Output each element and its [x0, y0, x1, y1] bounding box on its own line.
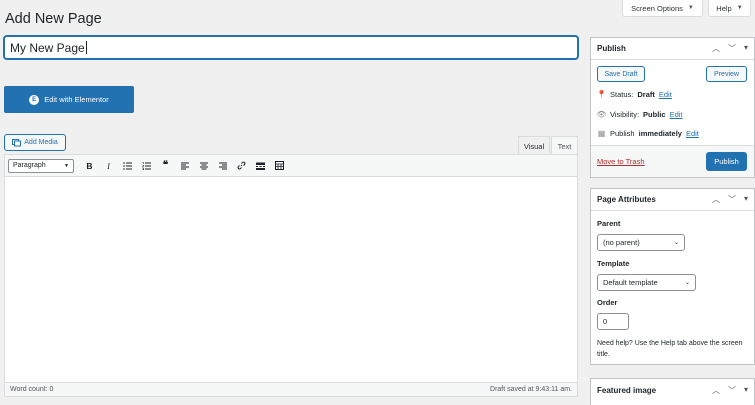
status-edit-link[interactable]: Edit [659, 90, 672, 99]
add-media-button[interactable]: Add Media [4, 134, 66, 151]
parent-label: Parent [597, 219, 621, 228]
screen-options-tab[interactable]: Screen Options ▼ [622, 0, 703, 17]
visibility-edit-link[interactable]: Edit [670, 110, 683, 119]
page-attributes-title: Page Attributes [597, 195, 656, 204]
chevron-down-icon: ⌄ [673, 240, 679, 246]
screen-options-label: Screen Options [631, 3, 683, 13]
align-center-icon[interactable] [194, 157, 213, 175]
chevron-up-icon[interactable]: ︿ [712, 194, 720, 205]
publish-box-header: Publish ︿ ﹀ ▾ [591, 38, 754, 60]
editor-toolbar: Paragraph ▼ B I ❝ [5, 155, 577, 177]
publish-schedule-edit-link[interactable]: Edit [686, 129, 699, 138]
chevron-up-icon[interactable]: ︿ [712, 43, 720, 54]
caret-down-icon: ▼ [687, 5, 694, 11]
preview-button[interactable]: Preview [706, 66, 747, 82]
template-label: Template [597, 259, 630, 268]
caret-down-icon: ▼ [736, 5, 743, 11]
status-row: 📍 Status: Draft Edit [597, 90, 672, 99]
caret-down-icon[interactable]: ▾ [744, 194, 748, 205]
tab-visual-label: Visual [523, 141, 545, 151]
save-draft-button[interactable]: Save Draft [597, 66, 645, 82]
draft-saved-status: Draft saved at 9:43:11 am. [490, 386, 572, 393]
format-select-value: Paragraph [13, 162, 46, 169]
publish-schedule-label: Publish [610, 129, 635, 138]
publish-button-label: Publish [714, 157, 739, 166]
tab-text-label: Text [557, 141, 572, 151]
tab-visual[interactable]: Visual [518, 136, 550, 155]
title-input-value: My New Page [10, 40, 85, 55]
word-count: Word count: 0 [10, 386, 54, 393]
visibility-value: Public [643, 110, 666, 119]
blockquote-icon[interactable]: ❝ [156, 157, 175, 175]
preview-label: Preview [714, 70, 739, 78]
calendar-icon: ▦ [597, 129, 606, 138]
publish-button[interactable]: Publish [706, 152, 747, 171]
template-select-value: Default template [603, 278, 658, 287]
move-to-trash-link[interactable]: Move to Trash [597, 157, 645, 166]
align-right-icon[interactable] [213, 157, 232, 175]
toolbar-toggle-icon[interactable] [270, 157, 289, 175]
order-label: Order [597, 298, 618, 307]
pin-icon: 📍 [596, 90, 607, 99]
caret-down-icon: ▼ [64, 162, 69, 169]
format-select[interactable]: Paragraph ▼ [8, 158, 74, 173]
publish-actions: Move to Trash Publish [591, 145, 754, 177]
help-label: Help [716, 3, 732, 13]
chevron-up-icon[interactable]: ︿ [712, 385, 720, 396]
add-media-label: Add Media [24, 139, 58, 146]
bold-icon[interactable]: B [80, 157, 99, 175]
read-more-icon[interactable] [251, 157, 270, 175]
editor-status-bar: Word count: 0 Draft saved at 9:43:11 am. [5, 382, 577, 396]
chevron-down-icon[interactable]: ﹀ [728, 194, 736, 205]
featured-image-box: Featured image ︿ ﹀ ▾ [590, 378, 755, 405]
tab-text[interactable]: Text [551, 136, 578, 155]
order-input[interactable]: 0 [597, 313, 629, 330]
parent-select[interactable]: (no parent) ⌄ [597, 234, 685, 251]
media-icon [12, 139, 22, 147]
title-input[interactable]: My New Page [4, 36, 578, 59]
link-icon[interactable] [232, 157, 251, 175]
caret-down-icon[interactable]: ▾ [744, 43, 748, 54]
chevron-down-icon[interactable]: ﹀ [728, 43, 736, 54]
align-left-icon[interactable] [175, 157, 194, 175]
content-editor[interactable]: Paragraph ▼ B I ❝ Word count: 0 Draft sa… [4, 154, 578, 397]
edit-with-elementor-button[interactable]: E Edit with Elementor [4, 86, 134, 113]
help-text: Need help? Use the Help tab above the sc… [597, 340, 743, 358]
save-draft-label: Save Draft [604, 70, 638, 78]
page-title: Add New Page [5, 11, 102, 27]
visibility-row: 👁 Visibility: Public Edit [596, 110, 683, 119]
elementor-button-label: Edit with Elementor [44, 95, 109, 104]
chevron-down-icon[interactable]: ﹀ [728, 385, 736, 396]
publish-schedule-row: ▦ Publish immediately Edit [597, 129, 699, 138]
elementor-logo-icon: E [29, 94, 40, 105]
italic-icon[interactable]: I [99, 157, 118, 175]
featured-image-title: Featured image [597, 385, 657, 395]
text-cursor [85, 41, 87, 54]
page-attributes-header: Page Attributes ︿ ﹀ ▾ [591, 189, 754, 211]
template-select[interactable]: Default template ⌄ [597, 274, 696, 291]
parent-select-value: (no parent) [603, 238, 640, 247]
publish-box: Publish ︿ ﹀ ▾ Save Draft Preview 📍 Statu… [590, 37, 755, 178]
chevron-down-icon: ⌄ [684, 280, 690, 286]
caret-down-icon[interactable]: ▾ [744, 385, 748, 396]
numbered-list-icon[interactable] [137, 157, 156, 175]
help-tab[interactable]: Help ▼ [708, 0, 751, 17]
page-attributes-box: Page Attributes ︿ ﹀ ▾ Parent (no parent)… [590, 188, 755, 365]
eye-icon: 👁 [596, 110, 607, 119]
publish-box-title: Publish [597, 44, 626, 53]
status-label: Status: [610, 90, 634, 99]
order-input-value: 0 [603, 317, 608, 326]
bulleted-list-icon[interactable] [118, 157, 137, 175]
status-value: Draft [637, 90, 655, 99]
featured-image-header: Featured image ︿ ﹀ ▾ [591, 379, 754, 401]
publish-schedule-value: immediately [638, 129, 682, 138]
visibility-label: Visibility: [610, 110, 640, 119]
